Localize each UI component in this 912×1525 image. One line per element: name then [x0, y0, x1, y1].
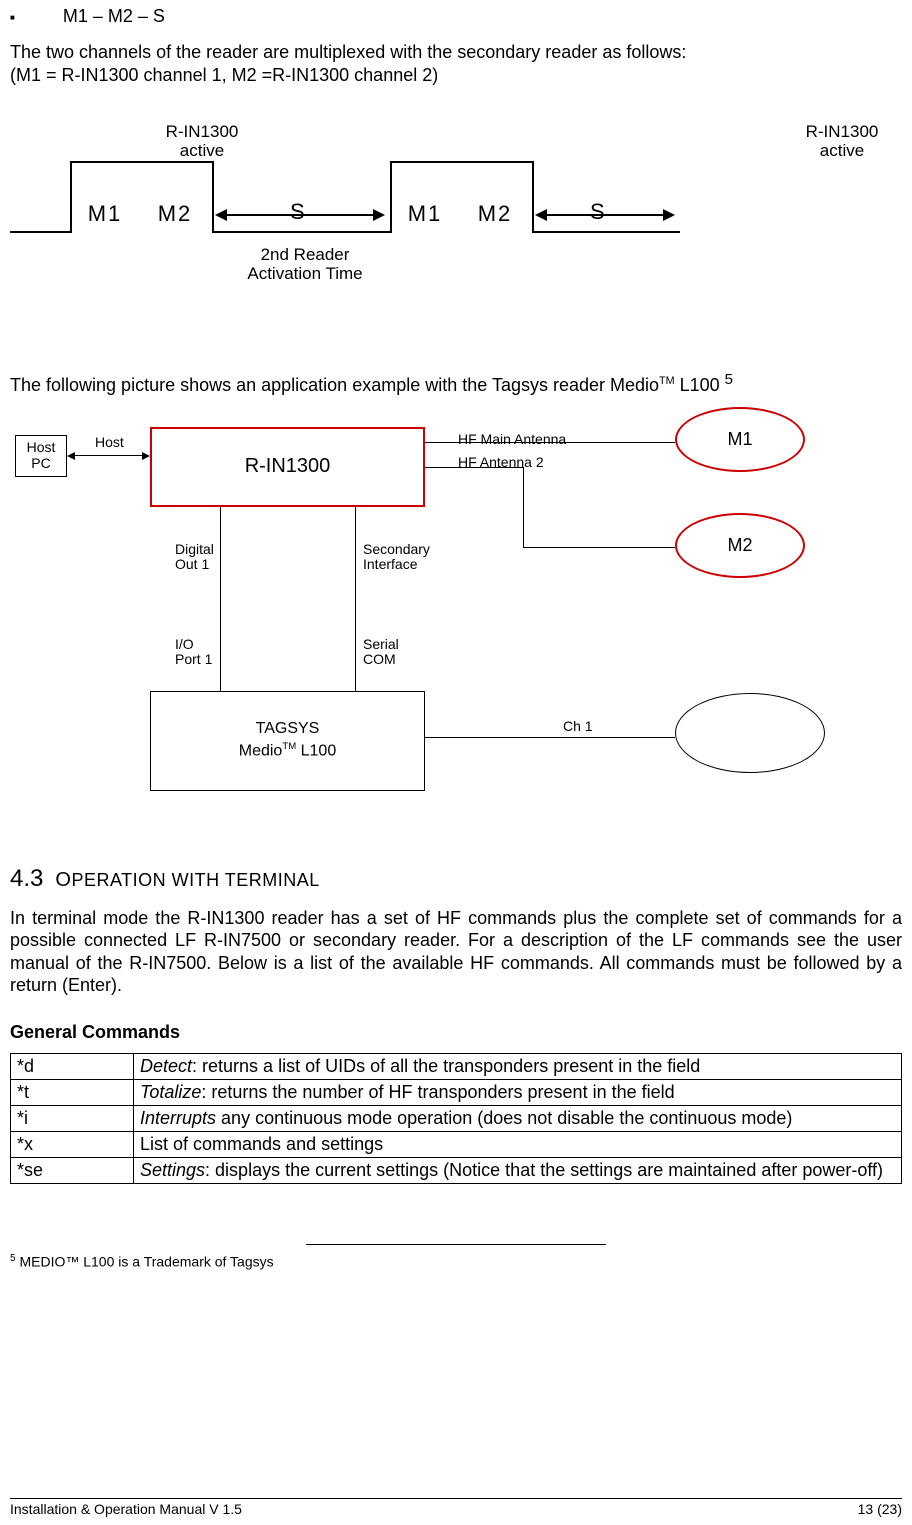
- page-footer: Installation & Operation Manual V 1.5 13…: [10, 1498, 902, 1517]
- timing-arrow-2: [535, 206, 675, 224]
- desc-rest: : displays the current settings (Notice …: [205, 1160, 883, 1180]
- caption-2b: active: [820, 141, 864, 160]
- hf2-line-v: [523, 467, 524, 547]
- tagsys-tm: TM: [282, 741, 296, 752]
- digital-out-line: [220, 507, 221, 691]
- timing-caption-2: R-IN1300 active: [782, 123, 902, 160]
- table-row: *d Detect: returns a list of UIDs of all…: [11, 1053, 902, 1079]
- example-line-post: L100: [675, 375, 725, 395]
- caption-1b: active: [180, 141, 224, 160]
- example-line-footnote-ref: 5: [725, 371, 733, 388]
- desc-italic: Interrupts: [140, 1108, 216, 1128]
- section-paragraph: In terminal mode the R-IN1300 reader has…: [10, 907, 902, 997]
- antenna-m1: M1: [675, 407, 805, 472]
- desc-italic: Detect: [140, 1056, 192, 1076]
- command-cell: *i: [11, 1105, 134, 1131]
- rin1300-box: R-IN1300: [150, 427, 425, 507]
- table-row: *x List of commands and settings: [11, 1131, 902, 1157]
- footnote-number: 5: [10, 1253, 16, 1264]
- timing-diagram: R-IN1300 active R-IN1300 active M1 M2 M1…: [10, 111, 680, 321]
- host-pc-box: Host PC: [15, 435, 67, 477]
- hf2-line-h2: [523, 547, 675, 548]
- intro-line-2: (M1 = R-IN1300 channel 1, M2 =R-IN1300 c…: [10, 65, 438, 85]
- ch1-line: [425, 737, 675, 738]
- timing-m1-b: M1: [408, 201, 443, 227]
- timing-m1m2-group-2: M1 M2: [390, 201, 530, 227]
- section-number: 4.3: [10, 865, 43, 893]
- footnote: 5 MEDIO™ L100 is a Trademark of Tagsys: [10, 1253, 902, 1270]
- command-cell: *se: [11, 1157, 134, 1183]
- digital-out-label: Digital Out 1: [175, 542, 214, 573]
- desc-italic: Totalize: [140, 1082, 201, 1102]
- timing-m2-b: M2: [478, 201, 513, 227]
- footnote-rule: [306, 1244, 606, 1245]
- command-cell: *t: [11, 1079, 134, 1105]
- timing-m1-a: M1: [88, 201, 123, 227]
- table-row: *t Totalize: returns the number of HF tr…: [11, 1079, 902, 1105]
- block-diagram: Host PC Host R-IN1300 HF Main Antenna HF…: [10, 407, 830, 837]
- tagsys-line-1: TAGSYS: [256, 720, 320, 737]
- timing-m2-a: M2: [158, 201, 193, 227]
- command-cell: *x: [11, 1131, 134, 1157]
- tagsys-box: TAGSYS MedioTM L100: [150, 691, 425, 791]
- desc-rest: : returns the number of HF transponders …: [201, 1082, 674, 1102]
- footer-left: Installation & Operation Manual V 1.5: [10, 1501, 242, 1517]
- rin1300-label: R-IN1300: [245, 455, 331, 478]
- description-cell: Detect: returns a list of UIDs of all th…: [134, 1053, 902, 1079]
- section-heading: 4.3 OPERATION WITH TERMINAL: [10, 865, 902, 893]
- general-commands-heading: General Commands: [10, 1022, 902, 1043]
- example-line-tm: TM: [659, 375, 675, 387]
- timing-caption-1: R-IN1300 active: [142, 123, 262, 160]
- desc-italic: Settings: [140, 1160, 205, 1180]
- example-line: The following picture shows an applicati…: [10, 371, 902, 397]
- desc-rest: List of commands and settings: [140, 1134, 383, 1154]
- bottom-2: Activation Time: [247, 264, 362, 283]
- timing-bottom-label: 2nd Reader Activation Time: [235, 246, 375, 283]
- bullet-square: ■: [10, 13, 15, 22]
- bullet-text: M1 – M2 – S: [63, 6, 165, 27]
- bottom-1: 2nd Reader: [261, 245, 350, 264]
- description-cell: Totalize: returns the number of HF trans…: [134, 1079, 902, 1105]
- hf-main-label: HF Main Antenna: [458, 432, 566, 447]
- description-cell: List of commands and settings: [134, 1131, 902, 1157]
- secondary-if-label: Secondary Interface: [363, 542, 430, 573]
- footnote-text: MEDIO™ L100 is a Trademark of Tagsys: [19, 1253, 273, 1269]
- hf-antenna2-label: HF Antenna 2: [458, 455, 544, 470]
- intro-paragraph: The two channels of the reader are multi…: [10, 41, 902, 86]
- timing-s-2: S: [590, 199, 605, 225]
- intro-line-1: The two channels of the reader are multi…: [10, 42, 686, 62]
- footer-rule: [10, 1498, 902, 1499]
- description-cell: Interrupts any continuous mode operation…: [134, 1105, 902, 1131]
- table-row: *i Interrupts any continuous mode operat…: [11, 1105, 902, 1131]
- description-cell: Settings: displays the current settings …: [134, 1157, 902, 1183]
- commands-table: *d Detect: returns a list of UIDs of all…: [10, 1053, 902, 1184]
- ch1-antenna: [675, 693, 825, 773]
- tagsys-line-2-post: L100: [296, 743, 336, 760]
- footer-right: 13 (23): [858, 1501, 902, 1517]
- host-label: Host: [95, 435, 124, 450]
- section-title-first: O: [55, 869, 71, 891]
- caption-1a: R-IN1300: [166, 122, 239, 141]
- tagsys-line-2-pre: Medio: [239, 743, 283, 760]
- timing-m1m2-group-1: M1 M2: [70, 201, 210, 227]
- antenna-m2: M2: [675, 513, 805, 578]
- serial-com-label: Serial COM: [363, 637, 399, 668]
- table-row: *se Settings: displays the current setti…: [11, 1157, 902, 1183]
- command-cell: *d: [11, 1053, 134, 1079]
- io-port-label: I/O Port 1: [175, 637, 212, 668]
- desc-rest: any continuous mode operation (does not …: [216, 1108, 792, 1128]
- timing-s-1: S: [290, 199, 305, 225]
- antenna-m2-label: M2: [727, 535, 752, 556]
- host-pc-label: Host PC: [27, 440, 56, 471]
- section-title: OPERATION WITH TERMINAL: [55, 869, 319, 892]
- example-line-pre: The following picture shows an applicati…: [10, 375, 659, 395]
- ch1-label: Ch 1: [563, 719, 593, 734]
- bullet-line: ■ M1 – M2 – S: [10, 6, 902, 27]
- desc-rest: : returns a list of UIDs of all the tran…: [192, 1056, 700, 1076]
- antenna-m1-label: M1: [727, 429, 752, 450]
- caption-2a: R-IN1300: [806, 122, 879, 141]
- section-title-rest: PERATION WITH TERMINAL: [71, 870, 319, 890]
- host-arrow: [67, 452, 150, 460]
- secondary-line: [355, 507, 356, 691]
